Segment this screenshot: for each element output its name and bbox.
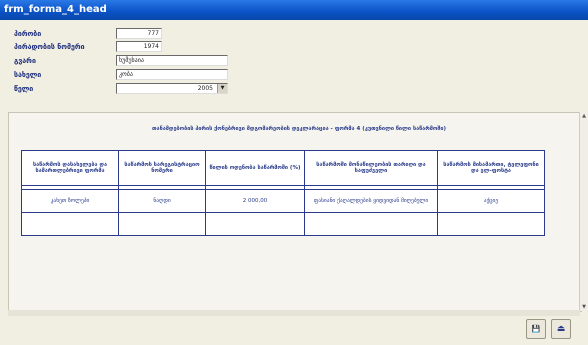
- scroll-up-icon[interactable]: ▲: [580, 112, 588, 120]
- table-cell[interactable]: [205, 212, 305, 236]
- table-row: [21, 212, 545, 236]
- table-header-row: საწარმოს დასახელება და სამართლებრივი ფორ…: [21, 150, 545, 186]
- exit-icon: ⏏: [556, 324, 566, 334]
- save-icon: 💾: [531, 325, 541, 333]
- chevron-down-icon[interactable]: ▼: [217, 84, 227, 93]
- field5-label: წელი: [14, 85, 34, 93]
- column-header: საწარმოს მისამართი, ტელეფონი და ელ-ფოსტა: [437, 150, 545, 186]
- shares-table: საწარმოს დასახელება და სამართლებრივი ფორ…: [21, 150, 545, 236]
- year-select[interactable]: 2005 ▼: [116, 83, 228, 94]
- window-title: frm_forma_4_head: [4, 4, 107, 15]
- exit-button[interactable]: ⏏: [551, 319, 571, 339]
- table-cell[interactable]: [21, 212, 119, 236]
- header-form: პირობი 777 პირადობის ნომერი 1974 გვარი ხ…: [0, 20, 588, 112]
- column-header: საწარმოს დასახელება და სამართლებრივი ფორ…: [21, 150, 119, 186]
- title-bar: frm_forma_4_head: [0, 0, 588, 20]
- column-header: საწარმოში მონაწილეობის თარიღი და საფუძვე…: [304, 150, 438, 186]
- field3-input[interactable]: ხუმუხაია: [116, 55, 228, 66]
- column-header: წილის ოდენობა საწარმოში (%): [205, 150, 305, 186]
- table-cell[interactable]: ნაღდი: [118, 189, 206, 213]
- field1-input[interactable]: 777: [116, 28, 162, 39]
- table-cell[interactable]: 2 000,00: [205, 189, 305, 213]
- field2-label: პირადობის ნომერი: [14, 43, 85, 51]
- table-cell[interactable]: ფასიანი ქაღალდების ყიდვიდან მიღებული: [304, 189, 438, 213]
- field2-input[interactable]: 1974: [116, 41, 162, 52]
- panel-heading: თანამდებობის პირის ქონებრივი მდგომარეობი…: [152, 126, 446, 132]
- save-button[interactable]: 💾: [526, 319, 546, 339]
- field3-label: გვარი: [14, 57, 36, 65]
- application-window: frm_forma_4_head პირობი 777 პირადობის ნო…: [0, 0, 588, 345]
- table-row: კახეთ ზოლეპი ნაღდი 2 000,00 ფასიანი ქაღა…: [21, 189, 545, 213]
- table-cell[interactable]: [118, 212, 206, 236]
- scroll-down-icon[interactable]: ▼: [580, 303, 588, 311]
- field1-label: პირობი: [14, 30, 42, 38]
- table-cell[interactable]: კახეთ ზოლეპი: [21, 189, 119, 213]
- table-cell[interactable]: [437, 212, 545, 236]
- field4-input[interactable]: კობა: [116, 69, 228, 80]
- button-bar: 💾 ⏏: [0, 316, 588, 345]
- table-cell[interactable]: აქციე: [437, 189, 545, 213]
- column-header: საწარმოს სარეგისტრაციო ნომერი: [118, 150, 206, 186]
- vertical-scrollbar[interactable]: ▲ ▼: [579, 112, 588, 311]
- field4-label: სახელი: [14, 71, 42, 79]
- year-value: 2005: [197, 85, 213, 92]
- declaration-panel: თანამდებობის პირის ქონებრივი მდგომარეობი…: [8, 112, 582, 312]
- table-cell[interactable]: [304, 212, 438, 236]
